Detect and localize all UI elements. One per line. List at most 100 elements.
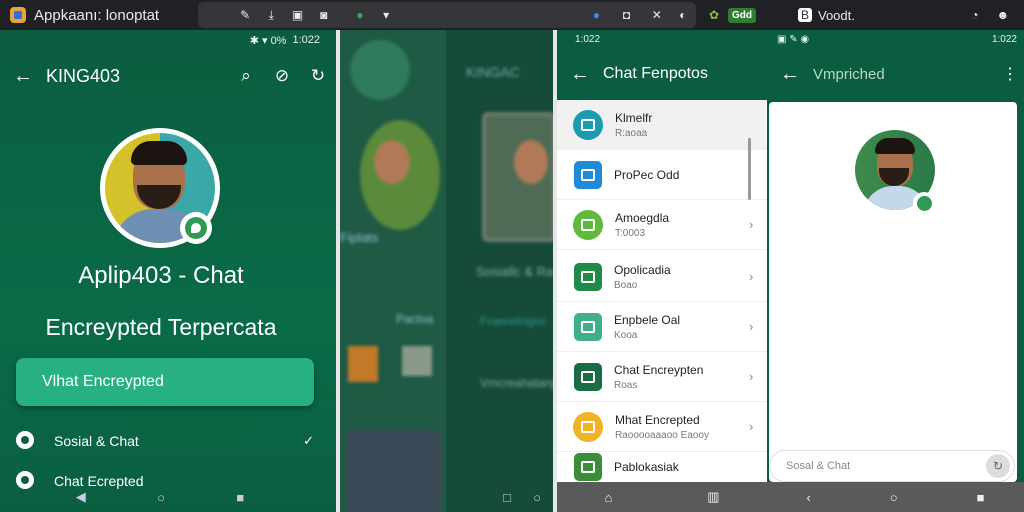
profile-screen: ✱ ▾ 0% 1:022 ← KING403 ⌕ ⊘ ↻ Aplip403 - … bbox=[0, 30, 336, 512]
recents-nav-icon[interactable]: ■ bbox=[236, 490, 244, 505]
status-icons: ✱ ▾ 0% bbox=[249, 35, 287, 47]
message-input-placeholder: Sosal & Chat bbox=[786, 460, 851, 472]
conversation-screen: ▣ ✎ ◉ 1:022 ← Vmpriched ⋮ Sosal & Chat ↻… bbox=[767, 30, 1024, 512]
folder-icon bbox=[574, 262, 602, 291]
list-item[interactable]: Opolicadia Boao › bbox=[557, 252, 767, 302]
camera-icon[interactable]: ◘ bbox=[619, 7, 633, 23]
item-title: Klmelfr bbox=[615, 110, 653, 125]
leaf-icon bbox=[573, 109, 603, 140]
app-badge: Gdd bbox=[728, 7, 756, 23]
recents-nav-icon[interactable]: ▥ bbox=[707, 489, 719, 505]
square-icon[interactable]: ▣ bbox=[290, 7, 304, 23]
evernote-icon[interactable]: ● bbox=[353, 7, 367, 23]
verified-badge-icon bbox=[180, 212, 212, 244]
item-title: Mhat Encrepted bbox=[615, 412, 700, 427]
item-sub: R:aoaa bbox=[615, 127, 648, 139]
nav-bar: ◀ ○ ■ bbox=[40, 482, 280, 512]
calendar-icon bbox=[574, 160, 602, 189]
pen-icon[interactable]: ✎ bbox=[238, 7, 252, 23]
encrypted-chat-button[interactable]: Vlhat Encreypted bbox=[16, 358, 314, 406]
back-arrow-icon[interactable]: ← bbox=[557, 63, 603, 86]
close-icon[interactable]: ✕ bbox=[650, 7, 664, 23]
item-title: Amoegdla bbox=[615, 210, 670, 225]
nav-bar: ‹ ○ ■ bbox=[767, 482, 1024, 512]
transition-screen-b: KINGAC Sosiallc & Ra Fraenelogoc Vmcreah… bbox=[446, 30, 556, 512]
message-input[interactable]: Sosal & Chat ↻ bbox=[769, 450, 1015, 482]
back-arrow-icon[interactable]: ← bbox=[767, 63, 813, 86]
send-icon[interactable]: ↻ bbox=[986, 454, 1010, 478]
lock-icon[interactable]: ◐ bbox=[676, 7, 690, 23]
list-item[interactable]: ProPec Odd bbox=[557, 150, 767, 200]
list-item[interactable]: Mhat Encrepted Raooooaaaoo Eaooy › bbox=[557, 402, 767, 452]
chevron-down-icon[interactable]: ✓ bbox=[303, 433, 314, 449]
list-header: 1:022 ← Chat Fenpotos bbox=[557, 30, 767, 100]
chat-bubble-icon bbox=[16, 430, 34, 449]
window-tab-strip[interactable]: ✎ ⤓ ▣ ◙ ● ▾ ● ◘ ✕ ◐ bbox=[198, 2, 696, 28]
item-title: Opolicadia bbox=[614, 262, 671, 277]
puzzle-icon[interactable]: ✿ bbox=[706, 7, 722, 23]
refresh-icon[interactable]: ↻ bbox=[300, 66, 336, 86]
status-bar: 1:022 bbox=[575, 34, 600, 45]
list-title: Chat Fenpotos bbox=[603, 65, 708, 82]
list-item[interactable]: Klmelfr R:aoaa bbox=[557, 100, 767, 150]
label-c: Vmcreahatanjv bbox=[480, 376, 556, 390]
item-title: Enpbele Oal bbox=[614, 312, 681, 327]
back-arrow-icon[interactable]: ← bbox=[0, 65, 46, 88]
transition-screen-a: Fiplats Pactoa bbox=[340, 30, 446, 512]
chevron-right-icon[interactable]: › bbox=[749, 419, 767, 434]
chevron-right-icon[interactable]: › bbox=[749, 269, 767, 284]
list-item[interactable]: Sosial & Chat ✓ bbox=[0, 426, 336, 456]
app-title: Appkaanı: lonoptat bbox=[34, 6, 160, 24]
recents-nav-icon[interactable]: □ bbox=[503, 490, 511, 505]
chevron-right-icon[interactable]: › bbox=[749, 369, 767, 384]
item-sub: T:0003 bbox=[615, 227, 646, 239]
window-name: Voodt. bbox=[818, 7, 855, 23]
list-item[interactable]: Pablokasiak bbox=[557, 452, 767, 482]
label-b: Pactoa bbox=[396, 312, 434, 326]
back-nav-icon[interactable]: ◀ bbox=[76, 489, 86, 505]
table-icon bbox=[574, 362, 602, 391]
item-sub: Boao bbox=[614, 279, 638, 291]
status-icons: ▣ ✎ ◉ bbox=[777, 34, 810, 45]
app-icon[interactable] bbox=[10, 7, 26, 23]
profile-icon[interactable]: ☻ bbox=[995, 7, 1011, 23]
tree-icon bbox=[573, 209, 603, 240]
home-nav-icon[interactable]: ○ bbox=[533, 490, 541, 505]
settings-icon[interactable]: ◔ bbox=[967, 7, 983, 23]
list-item[interactable]: Enpbele Oal Kooa › bbox=[557, 302, 767, 352]
dropdown-icon[interactable]: ▾ bbox=[379, 7, 393, 23]
item-title: Pablokasiak bbox=[614, 460, 679, 474]
bulb-icon bbox=[573, 411, 603, 442]
status-time: 1:022 bbox=[292, 34, 320, 46]
recents-nav-icon[interactable]: ■ bbox=[977, 490, 985, 505]
conversation-body bbox=[769, 102, 1017, 482]
label-a: Sosiallc & Ra bbox=[476, 264, 554, 279]
bookmark-icon[interactable]: B bbox=[798, 8, 812, 22]
download-icon[interactable]: ⤓ bbox=[264, 7, 278, 23]
scrollbar[interactable] bbox=[748, 138, 751, 200]
compass-icon[interactable]: ⊘ bbox=[264, 66, 300, 86]
conversation-header: ← Vmpriched ⋮ bbox=[767, 58, 1024, 90]
chevron-right-icon[interactable]: › bbox=[749, 319, 767, 334]
home-nav-icon[interactable]: ○ bbox=[157, 490, 165, 505]
chevron-right-icon[interactable]: › bbox=[749, 217, 767, 232]
profile-header: ← KING403 ⌕ ⊘ ↻ bbox=[0, 60, 336, 92]
os-title-bar: Appkaanı: lonoptat ✎ ⤓ ▣ ◙ ● ▾ ● ◘ ✕ ◐ ✿… bbox=[0, 0, 1024, 30]
label-a: Fiplats bbox=[340, 230, 379, 245]
shield-icon[interactable]: ● bbox=[589, 7, 603, 23]
chat-list-screen: 1:022 ← Chat Fenpotos Klmelfr R:aoaa ProP… bbox=[557, 30, 767, 512]
status-bar: ✱ ▾ 0% 1:022 bbox=[250, 34, 320, 47]
list-item[interactable]: Amoegdla T:0003 › bbox=[557, 200, 767, 250]
chat-icon[interactable]: ◙ bbox=[317, 7, 331, 23]
label-b: Fraenelogoc bbox=[480, 314, 547, 328]
item-sub: Roas bbox=[614, 379, 638, 391]
home-nav-icon[interactable]: ⌂ bbox=[604, 490, 612, 505]
list-item[interactable]: Chat Encreypten Roas › bbox=[557, 352, 767, 402]
profile-title: Aplip403 - Chat bbox=[78, 262, 244, 289]
item-sub: Raooooaaaoo Eaooy bbox=[615, 429, 709, 441]
search-icon[interactable]: ⌕ bbox=[228, 66, 264, 86]
home-nav-icon[interactable]: ○ bbox=[890, 490, 898, 505]
back-nav-icon[interactable]: ‹ bbox=[806, 490, 810, 505]
list-item-label: Sosial & Chat bbox=[54, 433, 139, 449]
more-icon[interactable]: ⋮ bbox=[996, 64, 1024, 84]
